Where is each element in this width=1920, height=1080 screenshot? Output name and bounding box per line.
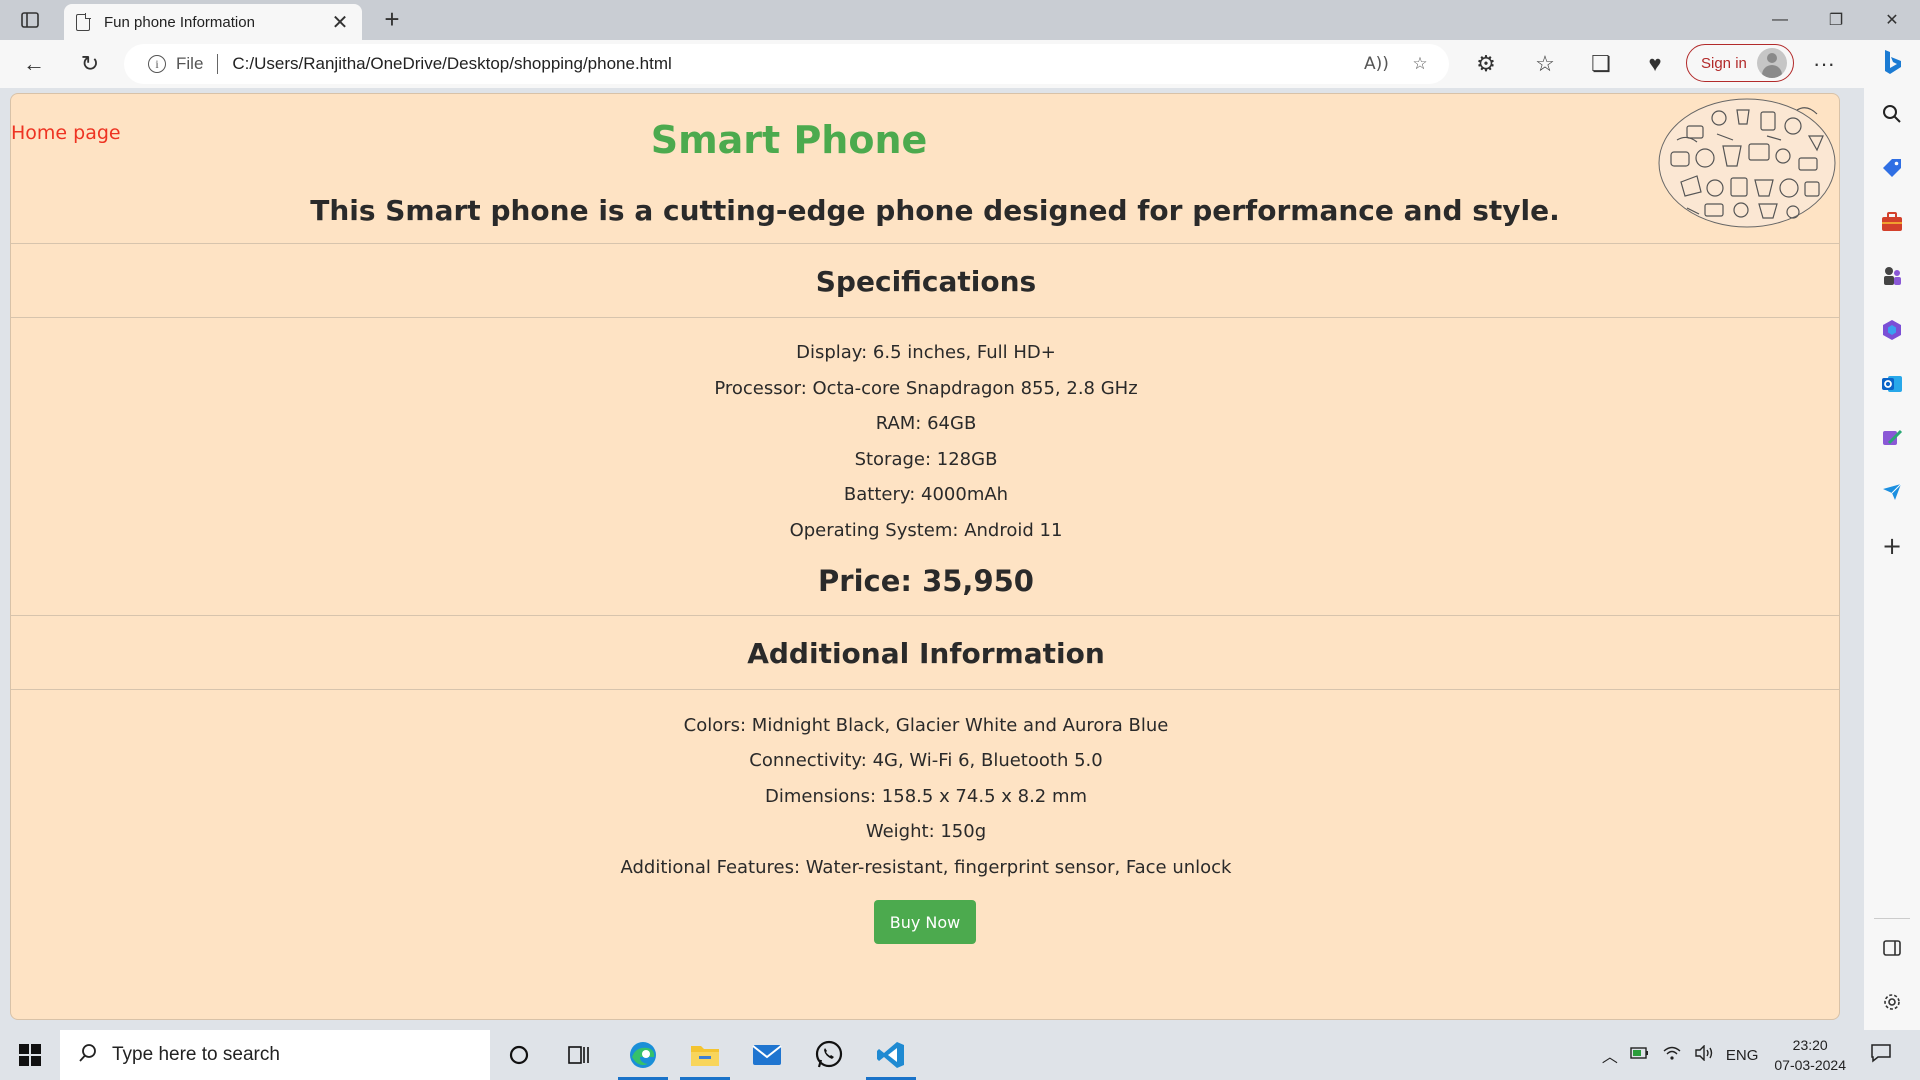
favorites-icon[interactable]: ☆ (1527, 48, 1563, 80)
divider (11, 615, 1839, 616)
back-icon[interactable]: ← (16, 48, 52, 80)
window-controls: — ❐ ✕ (1752, 0, 1920, 40)
microsoft-365-icon[interactable] (1878, 316, 1906, 344)
spec-item: RAM: 64GB (875, 413, 977, 434)
window-close-icon[interactable]: ✕ (1864, 0, 1920, 40)
mail-icon[interactable] (738, 1030, 796, 1080)
edge-browser-icon[interactable] (614, 1030, 672, 1080)
additional-item: Connectivity: 4G, Wi-Fi 6, Bluetooth 5.0 (749, 750, 1103, 771)
spec-item: Operating System: Android 11 (789, 520, 1063, 541)
whatsapp-icon[interactable] (800, 1030, 858, 1080)
additional-item: Additional Features: Water-resistant, fi… (620, 857, 1232, 878)
games-icon[interactable] (1878, 262, 1906, 290)
buy-now-button[interactable]: Buy Now (874, 900, 976, 944)
collections-icon[interactable]: ❏ (1583, 48, 1619, 80)
clock-date: 07-03-2024 (1774, 1057, 1846, 1073)
browser-tab-strip: Fun phone Information ✕ + — ❐ ✕ (0, 0, 1920, 40)
page-subtitle: This Smart phone is a cutting-edge phone… (310, 194, 1560, 227)
page-icon (76, 12, 91, 31)
more-icon[interactable]: ··· (1806, 48, 1842, 80)
spec-item: Display: 6.5 inches, Full HD+ (796, 342, 1056, 363)
sign-in-button[interactable]: Sign in (1686, 44, 1794, 82)
shopping-tag-icon[interactable] (1878, 154, 1906, 182)
minimize-icon[interactable]: — (1752, 0, 1808, 40)
spec-item: Storage: 128GB (854, 449, 998, 470)
vscode-icon[interactable] (862, 1030, 920, 1080)
taskbar-search-input[interactable]: Type here to search (60, 1030, 490, 1080)
refresh-icon[interactable]: ↻ (72, 48, 108, 80)
active-tab[interactable]: Fun phone Information ✕ (64, 4, 362, 40)
browser-toolbar: ← ↻ i File C:/Users/Ranjitha/OneDrive/De… (0, 40, 1920, 88)
add-sidebar-app-icon[interactable]: + (1878, 532, 1906, 560)
address-scheme: File (176, 54, 204, 73)
tab-title: Fun phone Information (104, 13, 255, 31)
wifi-icon[interactable] (1662, 1045, 1682, 1066)
windows-taskbar: Type here to search ︿ ENG 23:20 07-03-20… (0, 1030, 1920, 1080)
divider (11, 317, 1839, 318)
drop-send-icon[interactable] (1878, 478, 1906, 506)
cortana-icon[interactable] (490, 1030, 548, 1080)
price: Price: 35,950 (818, 564, 1034, 598)
bing-copilot-icon[interactable] (1878, 48, 1906, 76)
system-tray: ︿ ENG 23:20 07-03-2024 (1596, 1030, 1920, 1080)
clock-time: 23:20 (1792, 1037, 1828, 1053)
search-placeholder: Type here to search (112, 1044, 280, 1065)
add-favorite-icon[interactable]: ☆ (1408, 52, 1432, 76)
page-viewport: Home page Smart Phone This Smart phone i… (10, 93, 1840, 1020)
read-aloud-icon[interactable]: A)) (1364, 52, 1389, 76)
task-view-icon[interactable] (550, 1030, 608, 1080)
tab-actions-icon[interactable] (16, 8, 44, 32)
page-title: Smart Phone (650, 118, 928, 162)
tools-briefcase-icon[interactable] (1878, 208, 1906, 236)
edge-sidebar: + (1864, 40, 1920, 1030)
extensions-icon[interactable]: ⚙ (1468, 48, 1504, 80)
sign-in-label: Sign in (1701, 54, 1747, 72)
info-icon[interactable]: i (148, 55, 166, 73)
battery-icon[interactable] (1630, 1046, 1650, 1065)
address-separator (217, 54, 219, 74)
divider (11, 243, 1839, 244)
sidebar-divider (1874, 918, 1910, 919)
language-indicator[interactable]: ENG (1726, 1047, 1759, 1064)
outlook-icon[interactable] (1878, 370, 1906, 398)
avatar (1756, 48, 1787, 78)
address-url[interactable]: C:/Users/Ranjitha/OneDrive/Desktop/shopp… (232, 54, 671, 74)
divider (11, 689, 1839, 690)
additional-item: Colors: Midnight Black, Glacier White an… (683, 715, 1169, 736)
hide-sidebar-icon[interactable] (1878, 934, 1906, 962)
specifications-heading: Specifications (815, 265, 1037, 298)
file-explorer-icon[interactable] (676, 1030, 734, 1080)
clock[interactable]: 23:20 07-03-2024 (1774, 1035, 1846, 1075)
additional-item: Weight: 150g (865, 821, 987, 842)
windows-start-icon[interactable] (10, 1040, 50, 1070)
settings-gear-icon[interactable] (1878, 988, 1906, 1016)
browser-essentials-icon[interactable]: ♥ (1637, 48, 1673, 80)
spec-item: Battery: 4000mAh (843, 484, 1009, 505)
search-icon (78, 1043, 98, 1068)
designer-icon[interactable] (1878, 424, 1906, 452)
additional-item: Dimensions: 158.5 x 74.5 x 8.2 mm (764, 786, 1088, 807)
spec-item: Processor: Octa-core Snapdragon 855, 2.8… (714, 378, 1138, 399)
restore-icon[interactable]: ❐ (1808, 0, 1864, 40)
additional-information-heading: Additional Information (747, 637, 1105, 670)
new-tab-icon[interactable]: + (378, 6, 406, 34)
tab-close-icon[interactable]: ✕ (330, 10, 350, 34)
address-bar[interactable]: i File C:/Users/Ranjitha/OneDrive/Deskto… (124, 44, 1449, 84)
notifications-icon[interactable] (1870, 1043, 1892, 1068)
volume-icon[interactable] (1694, 1043, 1714, 1066)
chevron-up-icon[interactable]: ︿ (1602, 1043, 1618, 1067)
search-icon[interactable] (1878, 100, 1906, 128)
